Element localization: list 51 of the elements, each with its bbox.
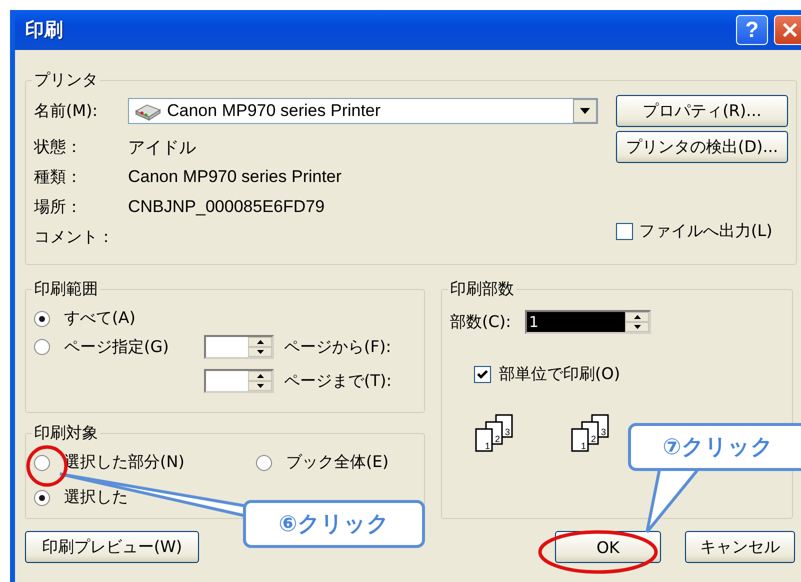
radio-label: すべて(A): [64, 308, 136, 329]
field-label: 名前(M):: [34, 100, 99, 122]
radio-button[interactable]: [34, 454, 50, 470]
down-arrow-icon[interactable]: [634, 325, 641, 329]
radio-button[interactable]: [34, 490, 50, 506]
find-printer-button[interactable]: プリンタの検出(D)...: [616, 131, 788, 163]
help-button[interactable]: ?: [736, 15, 768, 45]
checkmark-icon: [477, 370, 488, 379]
print-preview-button[interactable]: 印刷プレビュー(W): [25, 531, 199, 563]
field-label: 場所：: [34, 196, 83, 218]
down-arrow-icon[interactable]: [256, 384, 264, 388]
field-value: CNBJNP_000085E6FD79: [128, 197, 325, 217]
checkbox-label: ファイルへ出力(L): [639, 221, 772, 242]
radio-label: ページ指定(G): [64, 336, 169, 358]
page-stack-drawing: 3 2 1: [474, 413, 514, 457]
close-icon: [782, 22, 798, 38]
page-stack-drawing: 3 2 1: [570, 413, 610, 457]
checkbox[interactable]: [616, 223, 633, 240]
group-label: 印刷範囲: [33, 279, 99, 300]
radio-label: ブック全体(E): [286, 452, 389, 473]
close-button[interactable]: [774, 15, 801, 45]
group-label: プリンタ: [33, 70, 99, 91]
cancel-button[interactable]: キャンセル: [685, 531, 795, 563]
group-label: 印刷部数: [449, 279, 515, 300]
field-value: アイドル: [128, 136, 196, 158]
checkbox[interactable]: [474, 366, 491, 383]
field-label: 部数(C):: [450, 312, 512, 332]
number-field[interactable]: [204, 335, 274, 359]
field-label: ページまで(T):: [284, 370, 392, 392]
field-label: 種類：: [34, 166, 83, 188]
number-field[interactable]: [204, 369, 274, 393]
radio-button[interactable]: [34, 310, 50, 326]
properties-button[interactable]: プロパティ(R)...: [616, 95, 788, 127]
window-title: 印刷: [25, 18, 64, 43]
radio-label: 選択した: [64, 487, 128, 508]
field-label: 状態：: [34, 136, 83, 158]
down-arrow-icon[interactable]: [256, 350, 264, 354]
radio-button[interactable]: [34, 339, 50, 355]
up-arrow-icon[interactable]: [256, 374, 264, 378]
field-label: ページから(F):: [284, 336, 392, 358]
up-arrow-icon[interactable]: [634, 315, 641, 319]
field-label: コメント：: [34, 226, 115, 248]
up-arrow-icon[interactable]: [256, 340, 264, 344]
checkbox-label: 部単位で印刷(O): [499, 364, 620, 385]
radio-button[interactable]: [256, 454, 272, 470]
printer-dropdown[interactable]: Canon MP970 series Printer: [128, 98, 598, 124]
field-value: Canon MP970 series Printer: [128, 167, 342, 187]
number-field[interactable]: 1: [525, 310, 652, 334]
group-label: 印刷対象: [33, 423, 99, 444]
callout-label: ⑥クリック: [243, 500, 425, 548]
dropdown-arrow-icon[interactable]: [580, 108, 590, 114]
